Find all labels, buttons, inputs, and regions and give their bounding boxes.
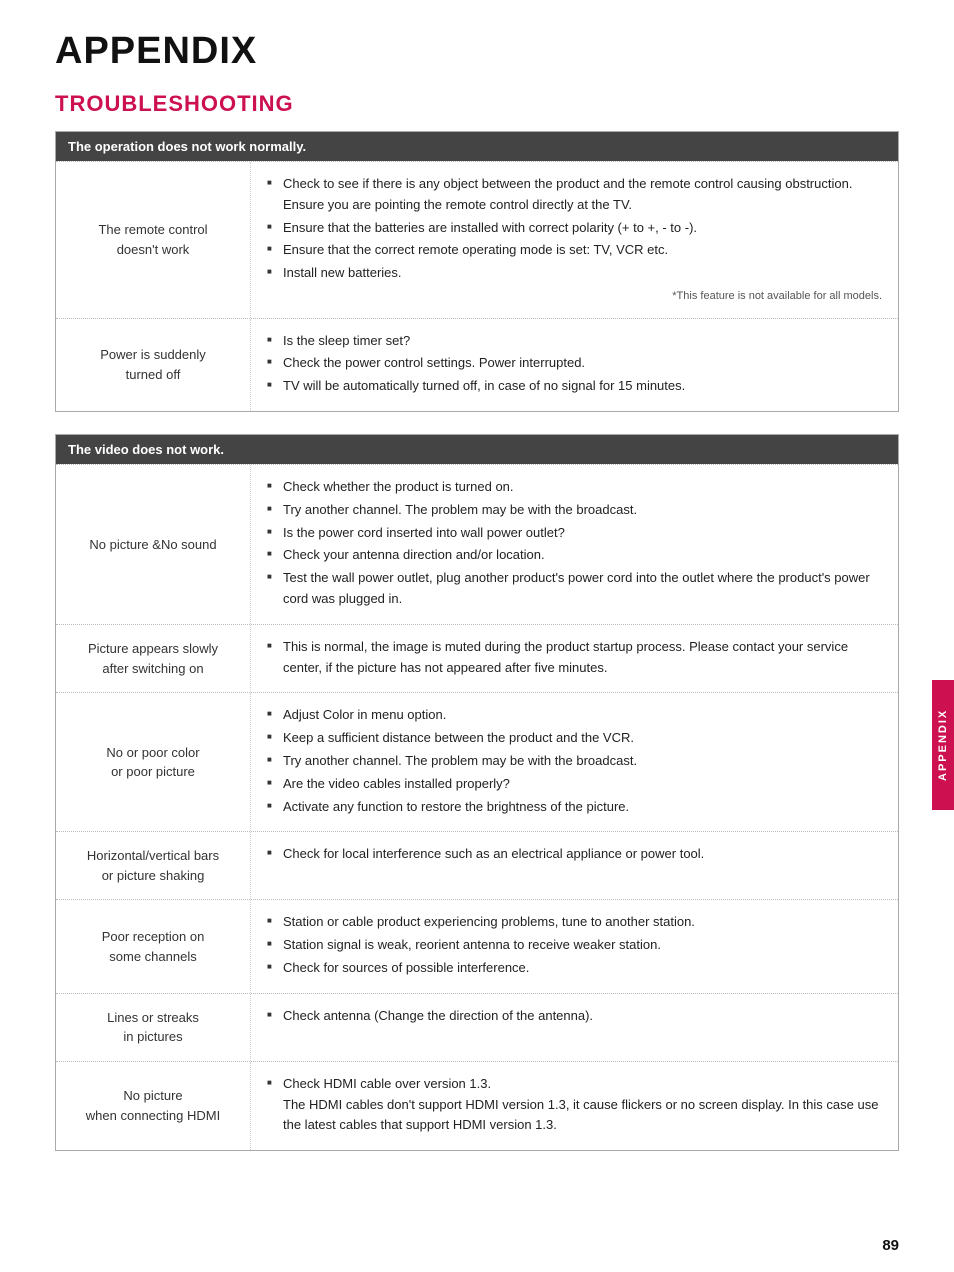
- list-item: This is normal, the image is muted durin…: [267, 637, 882, 679]
- table-row: Lines or streaksin pictures Check antenn…: [56, 993, 898, 1061]
- side-tab: APPENDIX: [932, 680, 954, 810]
- table-row: No or poor coloror poor picture Adjust C…: [56, 692, 898, 831]
- footnote: *This feature is not available for all m…: [267, 288, 882, 306]
- list-item: Check antenna (Change the direction of t…: [267, 1006, 882, 1027]
- list-item: Check for local interference such as an …: [267, 844, 882, 865]
- row-content: This is normal, the image is muted durin…: [251, 625, 898, 693]
- row-label: Horizontal/vertical barsor picture shaki…: [56, 832, 251, 899]
- row-label: No or poor coloror poor picture: [56, 693, 251, 831]
- list-item: Ensure that the correct remote operating…: [267, 240, 882, 261]
- list-item: Station or cable product experiencing pr…: [267, 912, 882, 933]
- list-item: Check HDMI cable over version 1.3. The H…: [267, 1074, 882, 1136]
- section-title: TROUBLESHOOTING: [55, 91, 899, 117]
- row-label: No picture &No sound: [56, 465, 251, 624]
- list-item: Check whether the product is turned on.: [267, 477, 882, 498]
- table-row: The remote controldoesn't work Check to …: [56, 161, 898, 318]
- row-label: Lines or streaksin pictures: [56, 994, 251, 1061]
- row-content: Check to see if there is any object betw…: [251, 162, 898, 318]
- row-content: Check antenna (Change the direction of t…: [251, 994, 898, 1061]
- table-row: No picture &No sound Check whether the p…: [56, 464, 898, 624]
- row-label-text: Lines or streaksin pictures: [107, 1008, 199, 1047]
- row-content: Check whether the product is turned on. …: [251, 465, 898, 624]
- row-content: Is the sleep timer set? Check the power …: [251, 319, 898, 411]
- row-label-text: Poor reception onsome channels: [102, 927, 205, 966]
- row-label-text: No or poor coloror poor picture: [106, 743, 199, 782]
- table2-header: The video does not work.: [56, 435, 898, 464]
- row-label: The remote controldoesn't work: [56, 162, 251, 318]
- row-label-text: No picture &No sound: [89, 535, 216, 555]
- table1-header: The operation does not work normally.: [56, 132, 898, 161]
- table-row: Power is suddenlyturned off Is the sleep…: [56, 318, 898, 411]
- row-label-text: Horizontal/vertical barsor picture shaki…: [87, 846, 219, 885]
- row-label-text: No picturewhen connecting HDMI: [86, 1086, 220, 1125]
- row-content: Adjust Color in menu option. Keep a suff…: [251, 693, 898, 831]
- list-item: Adjust Color in menu option.: [267, 705, 882, 726]
- table-row: Horizontal/vertical barsor picture shaki…: [56, 831, 898, 899]
- page-content: APPENDIX TROUBLESHOOTING The operation d…: [0, 0, 954, 1213]
- list-item: Check your antenna direction and/or loca…: [267, 545, 882, 566]
- list-item: Check the power control settings. Power …: [267, 353, 882, 374]
- list-item: Is the power cord inserted into wall pow…: [267, 523, 882, 544]
- list-item: Test the wall power outlet, plug another…: [267, 568, 882, 610]
- list-item: Check for sources of possible interferen…: [267, 958, 882, 979]
- list-item: Is the sleep timer set?: [267, 331, 882, 352]
- list-item: Keep a sufficient distance between the p…: [267, 728, 882, 749]
- list-item: Try another channel. The problem may be …: [267, 751, 882, 772]
- table-operation: The operation does not work normally. Th…: [55, 131, 899, 412]
- row-label: Picture appears slowlyafter switching on: [56, 625, 251, 693]
- list-item: Install new batteries.: [267, 263, 882, 284]
- row-label-text: Picture appears slowlyafter switching on: [88, 639, 218, 678]
- row-label-text: Power is suddenlyturned off: [100, 345, 206, 384]
- list-item: TV will be automatically turned off, in …: [267, 376, 882, 397]
- row-content: Check HDMI cable over version 1.3. The H…: [251, 1062, 898, 1150]
- row-label: No picturewhen connecting HDMI: [56, 1062, 251, 1150]
- table-video: The video does not work. No picture &No …: [55, 434, 899, 1151]
- list-item: Ensure that the batteries are installed …: [267, 218, 882, 239]
- page-number: 89: [882, 1237, 899, 1254]
- row-label: Poor reception onsome channels: [56, 900, 251, 992]
- list-item: Check to see if there is any object betw…: [267, 174, 882, 216]
- list-item: Try another channel. The problem may be …: [267, 500, 882, 521]
- row-label-text: The remote controldoesn't work: [98, 220, 207, 259]
- row-content: Station or cable product experiencing pr…: [251, 900, 898, 992]
- table-row: Picture appears slowlyafter switching on…: [56, 624, 898, 693]
- appendix-title: APPENDIX: [55, 30, 899, 73]
- table-row: Poor reception onsome channels Station o…: [56, 899, 898, 992]
- list-item: Activate any function to restore the bri…: [267, 797, 882, 818]
- list-item: Station signal is weak, reorient antenna…: [267, 935, 882, 956]
- list-item: Are the video cables installed properly?: [267, 774, 882, 795]
- table-row: No picturewhen connecting HDMI Check HDM…: [56, 1061, 898, 1150]
- row-label: Power is suddenlyturned off: [56, 319, 251, 411]
- row-content: Check for local interference such as an …: [251, 832, 898, 899]
